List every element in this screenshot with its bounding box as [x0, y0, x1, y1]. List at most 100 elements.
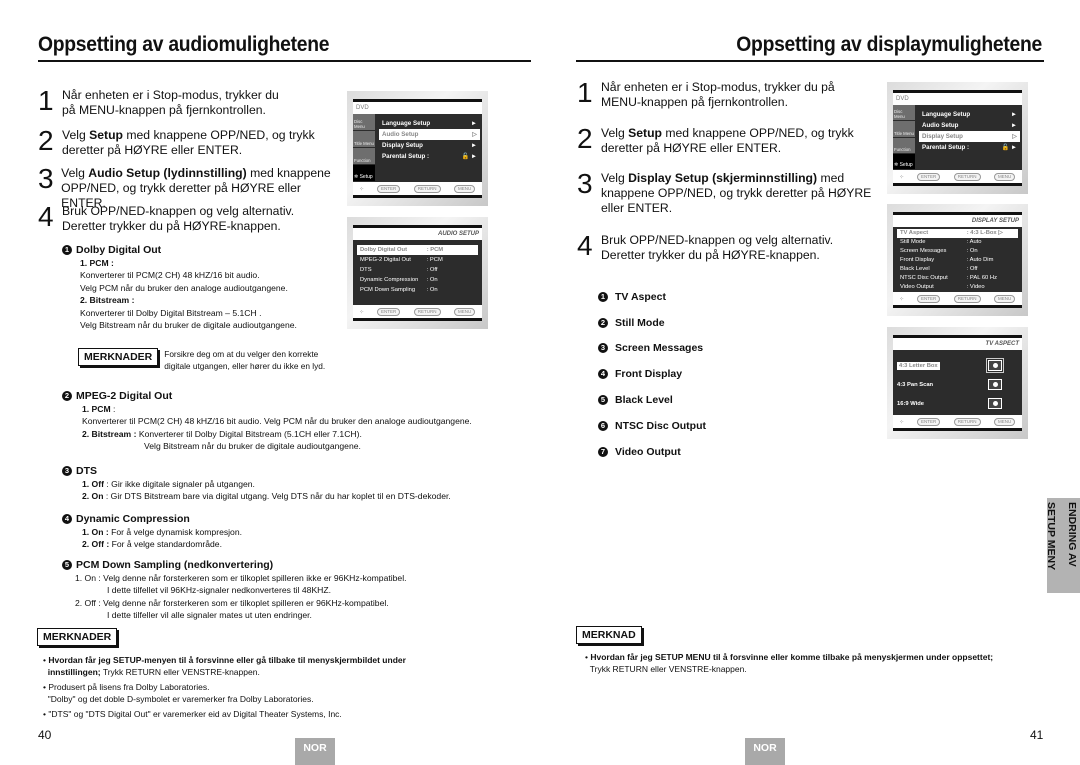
text: 4 — [577, 230, 593, 261]
text: DISPLAY SETUP — [893, 215, 1022, 227]
container: Når enheten er i Stop-modus, trykker du p… — [60, 88, 279, 118]
container: Når enheten er i Stop-modus, trykker du … — [599, 80, 835, 110]
text: ▷ — [1012, 133, 1017, 140]
notes-box-right: MERKNAD — [576, 625, 642, 644]
text: knappene OPP/NED, og trykk deretter på H… — [601, 186, 872, 200]
text: PCM Down Sampling — [360, 287, 416, 293]
container: TV Aspect: 4:3 L-Box ▷ — [897, 229, 1018, 238]
text: Deretter trykker du på HØYRE-knappen. — [62, 219, 281, 233]
text: Konverterer til PCM(2 CH) 48 kHZ/16 bit … — [82, 416, 472, 427]
container: Language Setup ► — [919, 109, 1020, 120]
nav-dpad-icon: ⊹ — [359, 308, 364, 314]
text: ► — [1010, 111, 1017, 118]
text: Velg PCM når du bruker den analoge audio… — [80, 282, 288, 293]
text: Når enheten er i Stop-modus, trykker du … — [601, 80, 835, 94]
text: Black Level — [615, 394, 673, 407]
container: • Hvordan får jeg SETUP-menyen til å for… — [43, 655, 406, 677]
text: Dolby Digital Out — [360, 247, 408, 253]
display-steps: 1 Når enheten er i Stop-modus, trykker d… — [577, 79, 877, 273]
text: 1. PCM — [82, 404, 111, 414]
text: DVD — [893, 93, 1022, 105]
section-pcm-down-sampling: 5 PCM Down Sampling (nedkonvertering) 1. … — [62, 559, 522, 622]
text: ▷ — [472, 131, 477, 138]
text: : On — [426, 277, 438, 283]
text: RETURN — [413, 307, 441, 316]
number-badge: 1 — [598, 291, 608, 302]
text: Still Mode — [900, 239, 926, 245]
text: Bruk OPP/NED-knappen og velg alternativ. — [601, 233, 834, 247]
notes-list-left: • Hvordan får jeg SETUP-menyen til å for… — [43, 655, 503, 721]
display-options-list: 1 TV Aspect 2 Still Mode 3 Screen Messages … — [598, 284, 706, 465]
text: MPEG-2 Digital Out — [360, 257, 411, 263]
text: ENTER — [917, 417, 941, 426]
nav-dpad-icon: ⊹ — [899, 295, 904, 301]
container: 1 Dolby Digital Out — [62, 244, 352, 256]
title-rule — [38, 60, 531, 62]
container: Velg Setup med knappene OPP/NED, og tryk… — [599, 126, 854, 156]
text: Language Setup — [382, 120, 431, 127]
container: Display Setup ▷ — [919, 131, 1020, 142]
page-number-right: 41 — [1030, 728, 1044, 742]
text: "Dolby" og det doble D-symbolet er varem… — [47, 693, 314, 704]
text: 🔓 ► — [461, 153, 477, 160]
container: Velg Display Setup (skjerminnstilling) m… — [599, 171, 871, 216]
text: deretter på HØYRE eller ENTER. — [601, 141, 782, 155]
option-ntsc-disc-output: 6 NTSC Disc Output — [598, 413, 706, 439]
container: Dynamic Compression: On — [357, 275, 478, 285]
option-tv-aspect: 1 TV Aspect — [598, 284, 706, 310]
text: 4:3 Pan Scan — [897, 381, 934, 388]
container: 1. Off : Gir ikke digitale signaler på u… — [82, 478, 522, 490]
section-mpeg2-digital-out: 2 MPEG-2 Digital Out 1. PCM : Konverterer… — [62, 390, 522, 453]
container: 1. PCM : — [82, 403, 522, 415]
section-dolby-digital-out: 1 Dolby Digital Out 1. PCM : Konverterer … — [62, 244, 352, 331]
container: Black Level: Off — [897, 265, 1018, 274]
text: 1. PCM : — [80, 258, 114, 268]
container: 5 PCM Down Sampling (nedkonvertering) — [62, 559, 522, 571]
text: 4:3 Letter Box — [897, 361, 940, 370]
text: Konverterer til PCM(2 CH) 48 kHZ/16 bit … — [80, 270, 260, 281]
container: Dolby Digital Out : PCM — [357, 245, 478, 255]
disc-menu-icon: Disc Menu — [893, 105, 915, 122]
nav-dpad-icon: ⊹ — [359, 185, 364, 191]
text: 1. On : Velg denne når forsterkeren som … — [75, 573, 407, 583]
text: NTSC Disc Output — [900, 275, 948, 281]
text: : On — [426, 287, 438, 293]
text: For å velge standardområde. — [109, 539, 222, 550]
text: Velg Bitstream når du bruker de digitale… — [144, 441, 361, 452]
text: For å velge dynamisk kompresjon. — [108, 527, 243, 537]
text: Setup — [628, 126, 662, 140]
text: Front Display — [900, 257, 935, 263]
text: Parental Setup : — [382, 153, 430, 160]
text: 3 — [38, 163, 54, 194]
text: Display Setup (skjerminnstilling) — [628, 171, 818, 185]
step-2: 2 Velg Setup med knappene OPP/NED, og tr… — [577, 125, 877, 171]
disc-menu-icon: Disc Menu — [353, 114, 375, 131]
container: Bruk OPP/NED-knappen og velg alternativ.… — [599, 233, 833, 263]
option-video-output: 7 Video Output — [598, 439, 706, 465]
text: 2. On — [82, 491, 104, 502]
title-menu-icon: Title Menu — [893, 121, 915, 138]
notes-box-left: MERKNADER — [37, 627, 118, 646]
number-badge: 4 — [598, 369, 608, 380]
step-4: 4 Bruk OPP/NED-knappen og velg alternati… — [38, 203, 338, 240]
text: Setup — [89, 128, 123, 142]
container: NTSC Disc Output: PAL 60 Hz — [897, 274, 1018, 283]
container: Front Display: Auto Dim — [897, 256, 1018, 265]
text: med knappene — [246, 166, 331, 180]
text: : PCM — [426, 247, 444, 253]
inline-note: MERKNADER Forsikre deg om at du velger d… — [78, 348, 325, 372]
text: PCM Down Sampling (nedkonvertering) — [76, 559, 274, 571]
container: DISPLAY SETUP TV Aspect: 4:3 L-Box ▷ Sti… — [893, 212, 1022, 308]
text: TV Aspect — [615, 290, 666, 303]
text: : Video — [966, 284, 985, 290]
text: MENU-knappen på fjernkontrollen. — [601, 95, 788, 109]
text: : On — [966, 248, 978, 254]
radio-selected-icon — [986, 358, 1004, 373]
aspect-option: 4:3 Letter Box — [893, 356, 1022, 375]
screen-menu-list: Language Setup ► Audio Setup ▷ Display Set… — [379, 118, 480, 162]
container: 3 DTS — [62, 465, 522, 477]
text: Forsikre deg om at du velger den korrekt… — [164, 349, 319, 359]
text: : Off — [966, 266, 978, 272]
option-front-display: 4 Front Display — [598, 361, 706, 387]
text: MPEG-2 Digital Out — [76, 390, 173, 402]
